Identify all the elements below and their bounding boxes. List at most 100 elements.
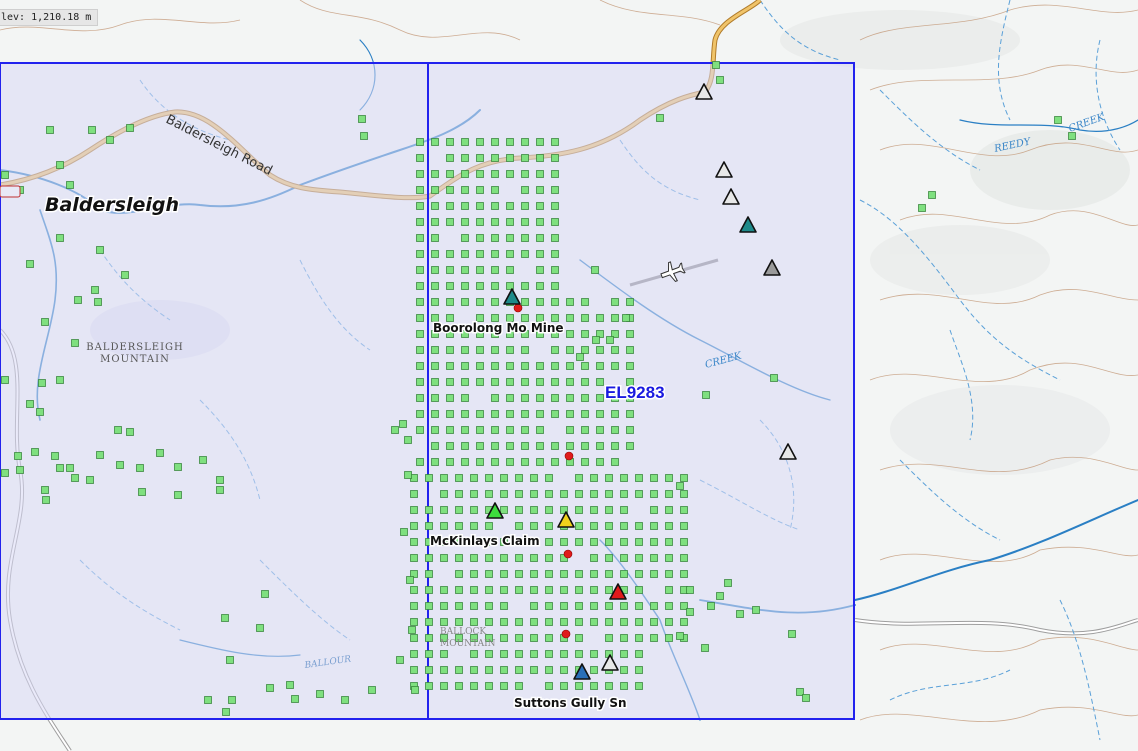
sample-point xyxy=(1054,116,1062,124)
sample-point xyxy=(575,602,583,610)
sample-point xyxy=(551,250,559,258)
sample-point xyxy=(521,138,529,146)
sample-point xyxy=(440,666,448,674)
sample-point xyxy=(156,449,164,457)
sample-point xyxy=(575,650,583,658)
sample-point xyxy=(702,391,710,399)
sample-point xyxy=(410,666,418,674)
sample-point xyxy=(545,602,553,610)
sample-point xyxy=(126,124,134,132)
sample-point xyxy=(605,490,613,498)
sample-point xyxy=(138,488,146,496)
elevation-readout: lev: 1,210.18 m xyxy=(0,9,99,26)
sample-point xyxy=(521,154,529,162)
sample-point xyxy=(461,266,469,274)
sample-point xyxy=(461,458,469,466)
sample-point xyxy=(581,362,589,370)
sample-point xyxy=(410,522,418,530)
sample-point xyxy=(575,522,583,530)
sample-point xyxy=(545,618,553,626)
sample-point xyxy=(560,682,568,690)
sample-point xyxy=(680,570,688,578)
sample-point xyxy=(665,618,673,626)
sample-point xyxy=(226,656,234,664)
sample-point xyxy=(74,296,82,304)
sample-point xyxy=(581,458,589,466)
sample-point xyxy=(91,286,99,294)
sample-point xyxy=(665,586,673,594)
sample-point xyxy=(431,186,439,194)
sample-point xyxy=(491,442,499,450)
sample-point xyxy=(455,602,463,610)
sample-point xyxy=(620,554,628,562)
sample-point xyxy=(611,314,619,322)
sample-point xyxy=(635,570,643,578)
sample-point xyxy=(470,666,478,674)
sample-point xyxy=(425,506,433,514)
map-canvas[interactable]: Baldersleigh Road Baldersleigh BALDERSLE… xyxy=(0,0,1138,751)
sample-point xyxy=(461,138,469,146)
sample-point xyxy=(650,602,658,610)
sample-point xyxy=(506,362,514,370)
sample-point xyxy=(491,250,499,258)
sample-point xyxy=(476,346,484,354)
sample-point xyxy=(575,490,583,498)
sample-point xyxy=(136,464,144,472)
sample-point xyxy=(536,426,544,434)
sample-point xyxy=(620,506,628,514)
sample-point xyxy=(596,378,604,386)
sample-point xyxy=(650,554,658,562)
sample-point xyxy=(455,554,463,562)
sample-point xyxy=(635,490,643,498)
sample-point xyxy=(500,634,508,642)
sample-point xyxy=(736,610,744,618)
tenement-label[interactable]: EL9283 xyxy=(604,382,667,404)
sample-point xyxy=(476,298,484,306)
sample-point xyxy=(536,138,544,146)
sample-point xyxy=(581,442,589,450)
sample-point xyxy=(551,282,559,290)
sample-point xyxy=(551,170,559,178)
sample-point xyxy=(416,426,424,434)
sample-point xyxy=(802,694,810,702)
sample-point xyxy=(461,442,469,450)
sample-point xyxy=(88,126,96,134)
sample-point xyxy=(620,490,628,498)
suttons-gully-label: Suttons Gully Sn xyxy=(514,696,627,710)
sample-point xyxy=(620,570,628,578)
sample-point xyxy=(530,650,538,658)
sample-point xyxy=(410,618,418,626)
sample-point xyxy=(491,298,499,306)
sample-point xyxy=(425,554,433,562)
sample-point xyxy=(425,634,433,642)
sample-point xyxy=(491,282,499,290)
sample-point xyxy=(476,154,484,162)
sample-point xyxy=(551,442,559,450)
sample-point xyxy=(425,570,433,578)
sample-point xyxy=(575,506,583,514)
sample-point xyxy=(491,234,499,242)
sample-point xyxy=(536,234,544,242)
sample-point xyxy=(545,666,553,674)
sample-point xyxy=(506,346,514,354)
sample-point xyxy=(605,554,613,562)
sample-point xyxy=(26,400,34,408)
sample-point xyxy=(491,394,499,402)
sample-point xyxy=(656,114,664,122)
sample-point xyxy=(515,618,523,626)
sample-point xyxy=(455,682,463,690)
sample-point xyxy=(461,202,469,210)
sample-point xyxy=(536,458,544,466)
sample-point xyxy=(596,394,604,402)
sample-point xyxy=(476,458,484,466)
sample-point xyxy=(416,330,424,338)
sample-point xyxy=(470,586,478,594)
sample-point xyxy=(446,442,454,450)
sample-point xyxy=(410,554,418,562)
sample-point xyxy=(416,202,424,210)
sample-point xyxy=(592,336,600,344)
sample-point xyxy=(455,506,463,514)
sample-point xyxy=(611,458,619,466)
sample-point xyxy=(551,202,559,210)
sample-point xyxy=(476,362,484,370)
